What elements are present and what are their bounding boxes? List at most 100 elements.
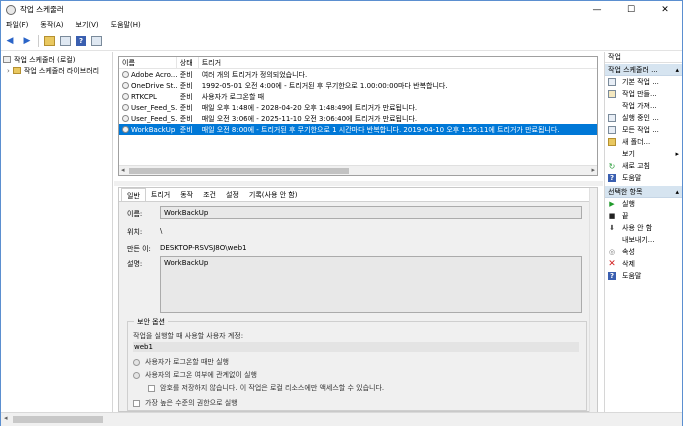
table-row[interactable]: RTKCPL 준비 사용자가 로그온할 때 (119, 91, 597, 102)
table-row[interactable]: Adobe Acro... 준비 여러 개의 트리거가 정의되었습니다. (119, 69, 597, 80)
task-name: WorkBackUp (131, 125, 176, 134)
task-trigger: 1992-05-01 오전 4:00에 - 트리거된 후 무기한으로 1.00:… (201, 81, 448, 90)
action-label: 도움말 (622, 174, 642, 182)
action-label: 실행 (622, 200, 635, 208)
scrollbar-thumb[interactable] (13, 416, 103, 423)
disable-icon: ⬇ (609, 224, 615, 232)
action-refresh[interactable]: ↻ 새로 고침 (605, 160, 682, 172)
checkbox-do-not-store-password[interactable]: 암호를 저장하지 않습니다. 이 작업은 로컬 리소스에만 액세스할 수 있습니… (148, 383, 384, 393)
minimize-button[interactable]: — (580, 1, 614, 18)
actions-section-scheduler[interactable]: 작업 스케줄러 ... ▴ (605, 64, 682, 76)
checkbox-label: 암호를 저장하지 않습니다. 이 작업은 로컬 리소스에만 액세스할 수 있습니… (160, 384, 385, 392)
column-name[interactable]: 이름 (119, 57, 177, 69)
task-icon (122, 104, 129, 111)
checkbox-icon[interactable] (133, 399, 140, 407)
view-icon (608, 150, 616, 158)
action-basic-task[interactable]: 기본 작업 ... (605, 76, 682, 88)
task-trigger: 사용자가 로그온할 때 (201, 92, 265, 101)
action-new-folder[interactable]: 새 폴더... (605, 136, 682, 148)
task-trigger: 여러 개의 트리거가 정의되었습니다. (201, 70, 308, 79)
radio-logged-on-only[interactable]: 사용자가 로그온할 때만 실행 (133, 357, 229, 367)
action-properties[interactable]: ◎ 속성 (605, 246, 682, 258)
menu-action[interactable]: 동작(A) (40, 20, 63, 30)
show-hide-tree-icon[interactable] (60, 36, 71, 46)
tree-item-library[interactable]: › 작업 스케줄러 라이브러리 (1, 65, 112, 76)
actions-section-selected[interactable]: 선택한 항목 ▴ (605, 186, 682, 198)
action-help-selected[interactable]: ? 도움말 (605, 270, 682, 282)
task-detail-pane: 일반 트리거 동작 조건 설정 기록(사용 안 함) 이름: WorkBackU… (118, 187, 598, 413)
radio-regardless-of-logon[interactable]: 사용자의 로그온 여부에 관계없이 실행 (133, 370, 257, 380)
table-row[interactable]: OneDrive St... 준비 1992-05-01 오전 4:00에 - … (119, 80, 597, 91)
action-label: 작업 만들... (622, 90, 657, 98)
tab-actions[interactable]: 동작 (175, 188, 198, 201)
up-folder-icon[interactable] (44, 36, 55, 46)
action-label: 끝 (622, 212, 629, 220)
task-scheduler-icon (6, 4, 16, 15)
tree-item-local[interactable]: 작업 스케줄러 (로컬) (1, 54, 112, 65)
scroll-left-icon[interactable]: ◂ (121, 166, 125, 174)
table-row[interactable]: User_Feed_S... 준비 매일 오전 3:06에 - 2025-11-… (119, 113, 597, 124)
close-button[interactable]: ✕ (648, 1, 682, 18)
menu-bar: 파일(F) 동작(A) 보기(V) 도움말(H) (1, 18, 682, 32)
action-label: 작업 가져... (622, 102, 657, 110)
checkbox-icon[interactable] (148, 384, 155, 392)
help-icon[interactable]: ? (76, 36, 86, 46)
description-field[interactable]: WorkBackUp (160, 256, 582, 313)
maximize-button[interactable]: ☐ (614, 1, 648, 18)
scrollbar-thumb[interactable] (129, 168, 349, 174)
action-view[interactable]: 보기 ▸ (605, 148, 682, 160)
tab-settings[interactable]: 설정 (221, 188, 244, 201)
action-import-task[interactable]: 작업 가져... (605, 100, 682, 112)
toolbar-separator (38, 35, 39, 47)
action-running-tasks[interactable]: 실행 중인 ... (605, 112, 682, 124)
scroll-right-icon[interactable]: ▸ (591, 166, 595, 174)
actions-header: 작업 (605, 52, 682, 63)
scroll-left-icon[interactable]: ◂ (4, 414, 8, 422)
refresh-icon: ↻ (608, 161, 616, 171)
action-label: 기본 작업 ... (622, 78, 659, 86)
action-label: 사용 안 함 (622, 224, 653, 232)
action-label: 삭제 (622, 260, 635, 268)
radio-icon[interactable] (133, 358, 140, 366)
tab-general[interactable]: 일반 (121, 188, 146, 201)
running-tasks-icon (608, 114, 616, 122)
export-icon (608, 236, 616, 244)
chevron-right-icon[interactable]: › (7, 67, 10, 75)
forward-arrow-icon[interactable]: ▶ (21, 35, 33, 47)
vertical-scrollbar[interactable] (589, 188, 597, 413)
center-pane: 이름 상태 트리거 Adobe Acro... 준비 여러 개의 트리거가 정의… (114, 52, 603, 413)
table-row[interactable]: User_Feed_S... 준비 매일 오후 1:48에 - 2028-04-… (119, 102, 597, 113)
collapse-icon[interactable]: ▴ (675, 64, 679, 75)
pane-splitter[interactable] (114, 181, 603, 186)
tab-history[interactable]: 기록(사용 안 함) (244, 188, 303, 201)
action-export[interactable]: 내보내기... (605, 234, 682, 246)
action-disable[interactable]: ⬇ 사용 안 함 (605, 222, 682, 234)
menu-file[interactable]: 파일(F) (6, 20, 28, 30)
action-all-tasks[interactable]: 모든 작업 ... (605, 124, 682, 136)
bottom-scrollbar[interactable]: ◂ (1, 412, 682, 426)
column-trigger[interactable]: 트리거 (199, 57, 597, 69)
radio-icon[interactable] (133, 371, 140, 379)
back-arrow-icon[interactable]: ◀ (4, 35, 16, 47)
action-end[interactable]: ■ 끝 (605, 210, 682, 222)
radio-label: 사용자가 로그온할 때만 실행 (145, 358, 229, 366)
checkbox-highest-privileges[interactable]: 가장 높은 수준의 권한으로 실행 (133, 398, 238, 408)
toolbar: ◀ ▶ ? (1, 32, 682, 51)
tab-conditions[interactable]: 조건 (198, 188, 221, 201)
collapse-icon[interactable]: ▴ (675, 186, 679, 197)
horizontal-scrollbar[interactable]: ◂ ▸ (119, 165, 597, 175)
submenu-arrow-icon: ▸ (675, 150, 679, 158)
task-icon (122, 126, 129, 133)
menu-view[interactable]: 보기(V) (76, 20, 99, 30)
action-delete[interactable]: ✕ 삭제 (605, 258, 682, 270)
column-status[interactable]: 상태 (177, 57, 199, 69)
menu-help[interactable]: 도움말(H) (111, 20, 141, 30)
action-help[interactable]: ? 도움말 (605, 172, 682, 184)
tab-triggers[interactable]: 트리거 (146, 188, 175, 201)
action-run[interactable]: ▶ 실행 (605, 198, 682, 210)
action-create-task[interactable]: 작업 만들... (605, 88, 682, 100)
name-field[interactable]: WorkBackUp (160, 206, 582, 219)
show-hide-action-pane-icon[interactable] (91, 36, 102, 46)
table-row-selected[interactable]: WorkBackUp 준비 매일 오전 8:00에 - 트리거된 후 무기한으로… (119, 124, 597, 135)
author-label: 만든 이: (127, 245, 151, 253)
